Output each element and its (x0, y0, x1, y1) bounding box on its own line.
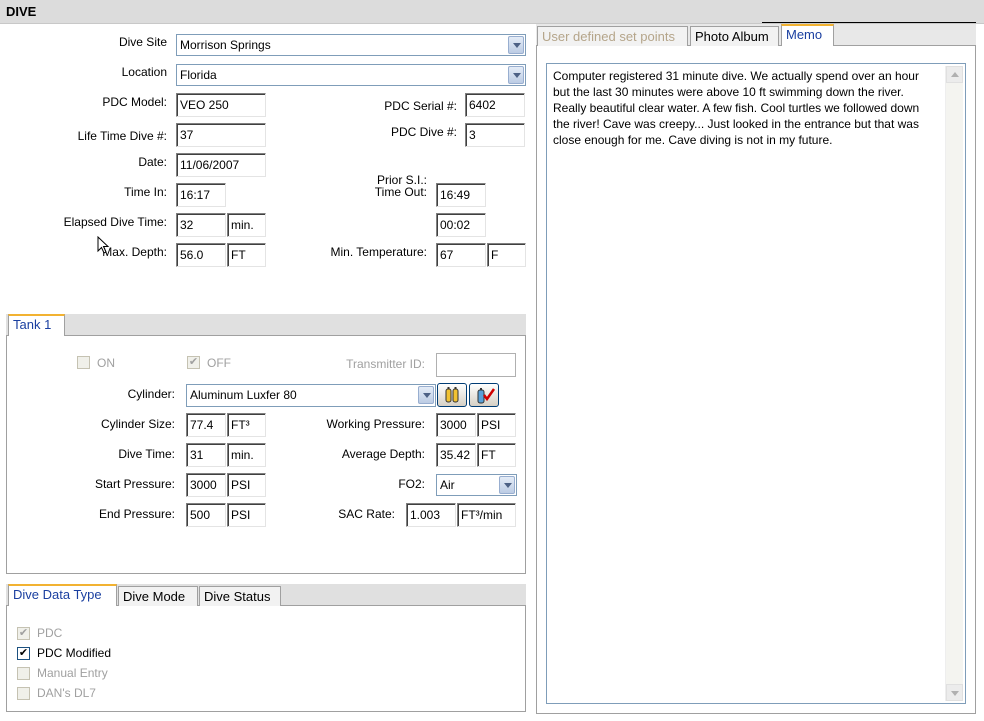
pdc-checkbox[interactable]: ✔ (17, 627, 30, 640)
cylinder-size-label: Cylinder Size: (100, 417, 175, 431)
dans-dl7-label: DAN's DL7 (37, 686, 96, 700)
cylinder-edit-button[interactable] (469, 383, 499, 407)
end-pressure-unit: PSI (227, 503, 266, 527)
fo2-label: FO2: (398, 477, 425, 491)
tab-memo[interactable]: Memo (781, 24, 834, 48)
pdc-serial-field[interactable]: 6402 (465, 93, 525, 117)
date-label: Date: (138, 155, 167, 169)
tab-dive-status[interactable]: Dive Status (199, 586, 281, 608)
end-pressure-label: End Pressure: (98, 507, 175, 521)
tab-dive-mode[interactable]: Dive Mode (118, 586, 198, 608)
manual-entry-checkbox[interactable] (17, 667, 30, 680)
sac-rate-field[interactable]: 1.003 (406, 503, 456, 527)
tab-photo-album[interactable]: Photo Album (690, 26, 779, 48)
mouse-cursor-icon (97, 236, 110, 254)
prior-si-field[interactable]: 00:02 (436, 213, 486, 237)
cylinder-library-icon (445, 387, 459, 403)
average-depth-unit: FT (477, 443, 516, 467)
memo-text: Computer registered 31 minute dive. We a… (553, 69, 920, 147)
pdc-modified-label: PDC Modified (37, 646, 112, 660)
average-depth-label: Average Depth: (341, 447, 425, 461)
max-depth-unit: FT (227, 243, 266, 267)
cylinder-library-button[interactable] (437, 383, 467, 407)
end-pressure-field[interactable]: 500 (186, 503, 226, 527)
pdc-label: PDC (37, 626, 63, 640)
cylinder-select[interactable]: Aluminum Luxfer 80 (186, 384, 436, 407)
elapsed-time-unit: min. (227, 213, 266, 237)
off-label: OFF (207, 356, 231, 370)
pdc-modified-checkbox[interactable]: ✔ (17, 647, 30, 660)
window-title-bar: DIVE (0, 0, 984, 24)
fo2-value: Air (440, 478, 455, 492)
pdc-serial-label: PDC Serial #: (384, 99, 457, 113)
min-temp-unit: F (487, 243, 526, 267)
fo2-select[interactable]: Air (436, 474, 517, 496)
start-pressure-unit: PSI (227, 473, 266, 497)
pdc-dive-field[interactable]: 3 (465, 123, 525, 147)
transmitter-id-label: Transmitter ID: (346, 357, 425, 371)
divider (762, 22, 976, 23)
date-field[interactable]: 11/06/2007 (176, 153, 266, 177)
tank-tabstrip (6, 314, 526, 336)
on-label: ON (97, 356, 115, 370)
time-in-field[interactable]: 16:17 (176, 183, 226, 207)
pdc-model-field[interactable]: VEO 250 (176, 93, 266, 117)
location-select[interactable]: Florida (176, 64, 526, 86)
location-value: Florida (180, 68, 217, 82)
lifetime-dive-field[interactable]: 37 (176, 123, 266, 147)
min-temp-label: Min. Temperature: (330, 245, 428, 259)
sac-rate-unit: FT³/min (457, 503, 516, 527)
lifetime-dive-label: Life Time Dive #: (77, 129, 167, 143)
time-out-field[interactable]: 16:49 (436, 183, 486, 207)
chevron-down-icon[interactable] (508, 66, 524, 84)
location-label: Location (121, 65, 167, 79)
transmitter-id-field[interactable] (436, 353, 516, 377)
off-checkbox[interactable]: ✔ (187, 356, 200, 369)
dive-site-value: Morrison Springs (180, 38, 271, 52)
working-pressure-field[interactable]: 3000 (436, 413, 476, 437)
dive-time-field[interactable]: 31 (186, 443, 226, 467)
on-checkbox[interactable] (77, 356, 90, 369)
chevron-down-icon[interactable] (499, 476, 515, 494)
elapsed-time-label: Elapsed Dive Time: (63, 215, 167, 229)
scroll-down-icon[interactable] (946, 684, 963, 701)
working-pressure-label: Working Pressure: (326, 417, 425, 431)
cylinder-edit-icon (477, 388, 496, 404)
dans-dl7-checkbox[interactable] (17, 687, 30, 700)
scroll-up-icon[interactable] (946, 66, 963, 83)
pdc-model-label: PDC Model: (102, 95, 167, 109)
memo-scrollbar[interactable] (945, 66, 963, 701)
cylinder-label: Cylinder: (127, 387, 175, 401)
start-pressure-label: Start Pressure: (94, 477, 175, 491)
memo-textarea[interactable]: Computer registered 31 minute dive. We a… (546, 63, 966, 704)
cylinder-size-unit: FT³ (227, 413, 266, 437)
min-temp-field[interactable]: 67 (436, 243, 486, 267)
average-depth-field[interactable]: 35.42 (436, 443, 476, 467)
elapsed-time-field[interactable]: 32 (176, 213, 226, 237)
dive-site-label: Dive Site (118, 35, 167, 49)
tab-tank-1[interactable]: Tank 1 (8, 314, 65, 338)
pdc-dive-label: PDC Dive #: (390, 125, 457, 139)
tab-dive-data-type[interactable]: Dive Data Type (8, 584, 117, 608)
window-title: DIVE (6, 4, 37, 19)
dive-site-select[interactable]: Morrison Springs (176, 34, 526, 56)
cylinder-value: Aluminum Luxfer 80 (190, 388, 297, 402)
start-pressure-field[interactable]: 3000 (186, 473, 226, 497)
cylinder-size-field[interactable]: 77.4 (186, 413, 226, 437)
dive-time-label: Dive Time: (118, 447, 175, 461)
max-depth-field[interactable]: 56.0 (176, 243, 226, 267)
manual-entry-label: Manual Entry (37, 666, 108, 680)
working-pressure-unit: PSI (477, 413, 516, 437)
chevron-down-icon[interactable] (508, 36, 524, 54)
time-in-label: Time In: (124, 185, 167, 199)
tab-user-defined-set-points[interactable]: User defined set points (537, 26, 688, 48)
chevron-down-icon[interactable] (418, 386, 434, 404)
sac-rate-label: SAC Rate: (338, 507, 395, 521)
dive-time-unit: min. (227, 443, 266, 467)
time-out-label: Time Out: (374, 185, 427, 199)
